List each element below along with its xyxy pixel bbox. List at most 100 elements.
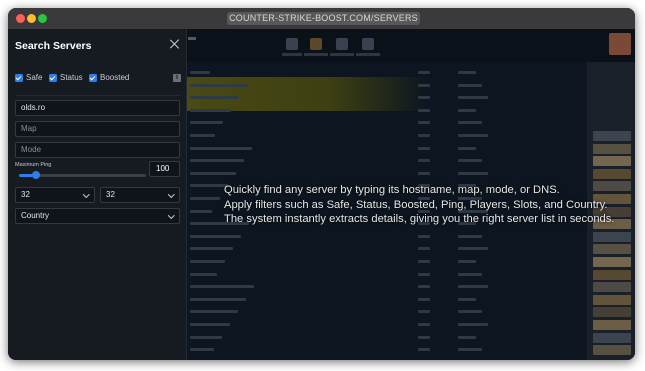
row-hostname	[190, 348, 214, 352]
status-checkbox[interactable]	[49, 74, 57, 82]
row-map	[458, 348, 482, 352]
description-line: Quickly find any server by typing its ho…	[224, 184, 560, 196]
row-players	[418, 247, 430, 251]
title-bar: COUNTER-STRIKE-BOOST.COM/SERVERS	[8, 8, 635, 29]
row-hostname	[190, 146, 252, 150]
map-thumbnail	[593, 307, 631, 318]
row-hostname	[190, 310, 238, 314]
table-row	[186, 306, 635, 318]
site-top-nav	[186, 29, 635, 62]
row-hostname	[190, 134, 215, 137]
row-map	[458, 247, 488, 251]
map-thumbnail	[593, 231, 631, 242]
table-row	[186, 281, 635, 293]
table-row	[186, 344, 635, 356]
url-bar[interactable]: COUNTER-STRIKE-BOOST.COM/SERVERS	[227, 12, 420, 25]
players-select[interactable]: 32	[15, 187, 95, 203]
row-hostname	[190, 335, 222, 339]
map-thumbnail	[593, 156, 631, 167]
row-map	[458, 310, 482, 314]
table-row	[186, 80, 635, 92]
row-map	[458, 323, 488, 326]
nav-icon	[310, 38, 322, 50]
slots-select[interactable]: 32	[100, 187, 180, 203]
nav-label	[356, 53, 380, 56]
table-row	[186, 319, 635, 331]
row-players	[418, 71, 430, 74]
map-thumbnail	[593, 257, 631, 267]
row-hostname	[190, 159, 244, 163]
row-players	[418, 108, 430, 112]
row-hostname	[190, 209, 212, 213]
map-thumbnail	[593, 345, 631, 356]
boosted-checkbox[interactable]	[89, 74, 97, 82]
table-row	[186, 117, 635, 129]
map-thumbnail	[593, 282, 631, 293]
max-ping-label: Maximum Ping	[15, 162, 52, 168]
minimize-window-button[interactable]	[27, 14, 36, 23]
row-hostname	[190, 71, 210, 74]
chevron-down-icon	[167, 212, 174, 219]
map-thumbnail	[593, 294, 631, 305]
maximize-window-button[interactable]	[38, 14, 47, 23]
nav-icon	[336, 38, 348, 50]
row-players	[418, 260, 430, 263]
map-thumbnail	[593, 143, 631, 154]
row-map	[458, 159, 482, 163]
row-players	[418, 234, 430, 238]
row-map	[458, 272, 482, 276]
map-thumbnail	[593, 168, 631, 179]
row-players	[418, 348, 430, 352]
row-hostname	[190, 297, 246, 301]
info-icon[interactable]: i	[173, 74, 181, 82]
site-logo	[188, 37, 196, 40]
close-icon[interactable]	[169, 38, 181, 50]
row-hostname	[190, 247, 233, 251]
slots-select-value: 32	[106, 190, 115, 199]
map-thumbnail	[593, 244, 631, 255]
row-map	[458, 335, 476, 339]
row-hostname	[190, 272, 217, 276]
map-thumbnail	[593, 332, 631, 343]
map-input[interactable]	[15, 121, 180, 137]
safe-checkbox[interactable]	[15, 74, 23, 82]
row-map	[458, 121, 482, 125]
table-row	[186, 243, 635, 255]
avatar[interactable]	[609, 33, 631, 55]
hostname-input[interactable]	[15, 100, 180, 116]
row-players	[418, 121, 430, 125]
table-row	[186, 332, 635, 344]
nav-icon	[362, 38, 374, 50]
mode-input[interactable]	[15, 142, 180, 158]
row-players	[418, 146, 430, 150]
chevron-down-icon	[82, 191, 89, 198]
row-hostname	[190, 83, 247, 87]
players-select-value: 32	[21, 190, 30, 199]
table-row	[186, 92, 635, 104]
ping-value-input[interactable]: 100	[149, 161, 180, 177]
row-map	[458, 146, 476, 150]
nav-label	[304, 53, 328, 56]
safe-label: Safe	[26, 73, 43, 82]
feature-description: Quickly find any server by typing its ho…	[224, 183, 624, 227]
row-hostname	[190, 323, 230, 326]
browser-window: COUNTER-STRIKE-BOOST.COM/SERVERS Quickly…	[8, 8, 635, 360]
row-players	[418, 134, 430, 137]
row-hostname	[190, 285, 254, 289]
row-hostname	[190, 184, 228, 188]
country-select[interactable]: Country	[15, 208, 180, 224]
close-window-button[interactable]	[16, 14, 25, 23]
row-hostname	[190, 96, 239, 100]
ping-slider-handle[interactable]	[31, 171, 40, 179]
status-label: Status	[60, 73, 83, 82]
row-map	[458, 108, 476, 112]
row-players	[418, 297, 430, 301]
table-row	[186, 168, 635, 180]
table-row	[186, 269, 635, 281]
row-players	[418, 159, 430, 163]
table-row	[186, 130, 635, 142]
ping-slider[interactable]	[19, 171, 146, 179]
row-map	[458, 260, 476, 263]
table-row	[186, 231, 635, 243]
description-line: The system instantly extracts details, g…	[224, 213, 615, 225]
